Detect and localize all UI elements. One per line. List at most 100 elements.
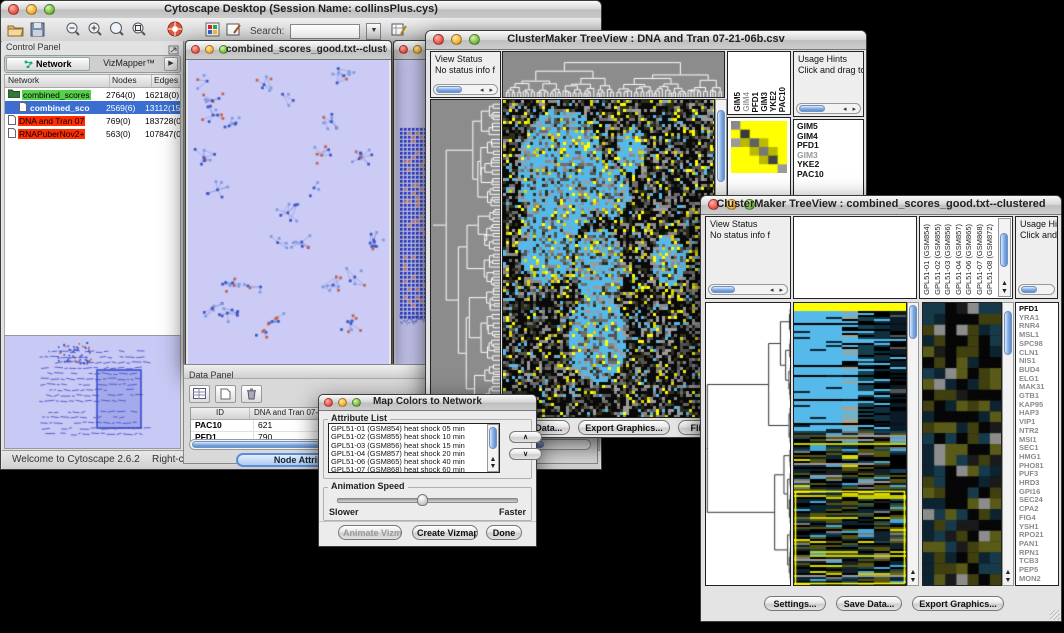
network-name: combined_scores bbox=[22, 90, 91, 100]
search-label: Search: bbox=[250, 26, 284, 37]
tv2-column-label: GPL51-04 (GSM857) bbox=[954, 224, 963, 295]
status-welcome: Welcome to Cytoscape 2.6.2 bbox=[12, 454, 140, 465]
attribute-list[interactable]: GPL51-01 (GSM854) heat shock 05 minGPL51… bbox=[328, 423, 500, 473]
tv1-status-scrollbar[interactable]: ◂ ▸ bbox=[433, 84, 498, 95]
folder-icon bbox=[8, 89, 20, 100]
main-titlebar[interactable]: Cytoscape Desktop (Session Name: collins… bbox=[1, 1, 601, 19]
zoom-selected-icon[interactable] bbox=[131, 21, 147, 42]
attribute-list-vscrollbar[interactable]: ▲▼ bbox=[487, 424, 499, 472]
network-table-row[interactable]: DNA and Tran 07 769(0) 183728(0) bbox=[5, 114, 180, 127]
tv2-zoom-vscrollbar[interactable]: ▲▼ bbox=[1002, 302, 1014, 586]
col-header-nodes[interactable]: Nodes bbox=[110, 75, 152, 87]
new-attribute-icon[interactable] bbox=[215, 385, 236, 403]
vizmapper-grid-icon[interactable] bbox=[205, 22, 220, 42]
treeview2-title: ClusterMaker TreeView : combined_scores_… bbox=[701, 198, 1061, 210]
button-save-data[interactable]: Save Data... bbox=[836, 596, 902, 611]
tv2-usage-hints: Usage Hi Click and bbox=[1015, 216, 1058, 299]
control-panel-title: Control Panel bbox=[6, 42, 61, 52]
close-button[interactable] bbox=[399, 45, 408, 54]
tv1-gene-dendrogram[interactable] bbox=[430, 99, 501, 418]
search-dropdown-button[interactable]: ▼ bbox=[366, 23, 381, 40]
button-export-graphics[interactable]: Export Graphics... bbox=[578, 420, 670, 435]
tab-overflow-arrow[interactable]: ▶ bbox=[164, 57, 178, 71]
zoom-fit-icon[interactable] bbox=[109, 21, 125, 42]
map-colors-dialog: Map Colors to Network Attribute List GPL… bbox=[318, 394, 537, 547]
network-table-row[interactable]: combined_sco 2569(6) 13112(15) bbox=[5, 101, 180, 114]
tv2-zoom-heatmap[interactable] bbox=[922, 302, 1002, 586]
tv1-usage-hints: Usage Hints Click and drag to ◂ ▸ bbox=[793, 51, 864, 117]
col-header-edges[interactable]: Edges bbox=[152, 75, 180, 87]
resize-grip[interactable] bbox=[1050, 610, 1060, 620]
zoom-in-icon[interactable] bbox=[87, 21, 103, 42]
tv1-heatmap[interactable] bbox=[502, 99, 715, 418]
tv2-column-labels: ▲▼ GPL51-01 (GSM854)GPL51-02 (GSM855)GPL… bbox=[919, 216, 1013, 299]
faster-label: Faster bbox=[499, 507, 526, 517]
tv1-array-dendrogram[interactable] bbox=[502, 51, 725, 98]
tv2-heatmap-vscrollbar[interactable]: ▲▼ bbox=[907, 302, 919, 586]
tv2-hints-scrollbar[interactable] bbox=[1018, 284, 1055, 295]
button-animate-vizmap[interactable]: Animate Vizmap bbox=[338, 525, 402, 540]
network-table-row[interactable]: RNAPuberNov2+ 563(0) 107847(0) bbox=[5, 127, 180, 140]
tv2-button-bar: Settings... Save Data... Export Graphics..… bbox=[701, 596, 1061, 614]
network-canvas-1[interactable] bbox=[188, 60, 389, 366]
button-settings[interactable]: Settings... bbox=[764, 596, 826, 611]
move-down-button[interactable]: ∨ bbox=[509, 448, 542, 460]
tv2-array-dendrogram[interactable] bbox=[793, 216, 917, 299]
document-icon bbox=[8, 128, 16, 140]
tv1-column-label: GIM5 bbox=[733, 92, 742, 112]
annotation-icon[interactable] bbox=[226, 22, 242, 42]
tv2-row-labels: PFD1YRA1RNR4MSL1SPC98CLN1NIS1BUD4ELG1MAK… bbox=[1015, 302, 1059, 586]
network-overview-canvas[interactable] bbox=[5, 336, 180, 446]
col-header-network[interactable]: Network bbox=[5, 75, 110, 87]
move-up-button[interactable]: ∧ bbox=[509, 431, 542, 443]
minimize-button[interactable] bbox=[413, 45, 422, 54]
dialog-button-bar: Animate Vizmap Create Vizmap Done bbox=[319, 525, 536, 541]
tab-network[interactable]: Network bbox=[6, 57, 90, 71]
help-lifesaver-icon[interactable] bbox=[167, 21, 183, 42]
tv2-status-scrollbar[interactable]: ◂ ▸ bbox=[708, 284, 788, 295]
tv1-column-label: PFD1 bbox=[751, 92, 760, 112]
tv2-gene-dendrogram[interactable] bbox=[705, 302, 791, 586]
document-icon bbox=[8, 115, 16, 127]
network-edges: 107847(0) bbox=[145, 129, 180, 139]
close-button[interactable] bbox=[191, 45, 200, 54]
network-table-row[interactable]: combined_scores 2764(0) 16218(0) bbox=[5, 88, 180, 101]
button-create-vizmap[interactable]: Create Vizmap bbox=[412, 525, 478, 540]
network-table-rows: combined_scores 2764(0) 16218(0) combine… bbox=[5, 88, 180, 140]
network-edges: 183728(0) bbox=[145, 116, 180, 126]
attribute-list-item[interactable]: GPL51-07 (GSM868) heat shock 60 min bbox=[331, 466, 486, 473]
tv2-row-label: MON2 bbox=[1019, 575, 1058, 584]
desktop: Cytoscape Desktop (Session Name: collins… bbox=[0, 0, 1064, 633]
animation-speed-slider[interactable] bbox=[337, 498, 518, 503]
tab-vizmapper[interactable]: VizMapper™ bbox=[93, 57, 165, 69]
tv1-column-labels: GIM5GIM4PFD1GIM3YKE2PAC10 bbox=[727, 51, 791, 115]
network-nodes: 2569(6) bbox=[106, 103, 145, 113]
network-overview-panel[interactable] bbox=[4, 335, 181, 449]
network-edges: 13112(15) bbox=[145, 103, 180, 113]
tv2-heatmap[interactable] bbox=[793, 302, 907, 586]
document-icon bbox=[19, 102, 27, 114]
zoom-out-icon[interactable] bbox=[65, 21, 81, 42]
save-icon[interactable] bbox=[30, 22, 45, 42]
tv1-column-label: GIM3 bbox=[760, 92, 769, 112]
network-name: RNAPuberNov2+ bbox=[18, 129, 85, 139]
open-folder-icon[interactable] bbox=[7, 22, 24, 42]
tv1-hints-scrollbar[interactable]: ◂ ▸ bbox=[796, 103, 861, 114]
table-edit-icon[interactable] bbox=[391, 22, 407, 42]
tv2-column-labels-scrollbar[interactable]: ▲▼ bbox=[998, 218, 1011, 297]
attribute-table-icon[interactable] bbox=[189, 385, 210, 403]
treeview2-window: ClusterMaker TreeView : combined_scores_… bbox=[700, 195, 1062, 622]
minimize-button[interactable] bbox=[205, 45, 214, 54]
dialog-title: Map Colors to Network bbox=[319, 396, 536, 407]
data-col-id[interactable]: ID bbox=[191, 408, 250, 419]
network-edges: 16218(0) bbox=[145, 90, 180, 100]
button-done[interactable]: Done bbox=[486, 525, 522, 540]
network-nodes: 2764(0) bbox=[106, 90, 145, 100]
delete-attribute-icon[interactable] bbox=[241, 385, 262, 403]
slider-thumb[interactable] bbox=[417, 494, 428, 506]
search-input[interactable] bbox=[290, 24, 360, 39]
tv1-column-label: PAC10 bbox=[778, 87, 787, 112]
tv2-column-label: GPL51-02 (GSM855) bbox=[933, 224, 942, 295]
button-export-graphics[interactable]: Export Graphics... bbox=[912, 596, 1004, 611]
animation-speed-label: Animation Speed bbox=[328, 481, 408, 491]
